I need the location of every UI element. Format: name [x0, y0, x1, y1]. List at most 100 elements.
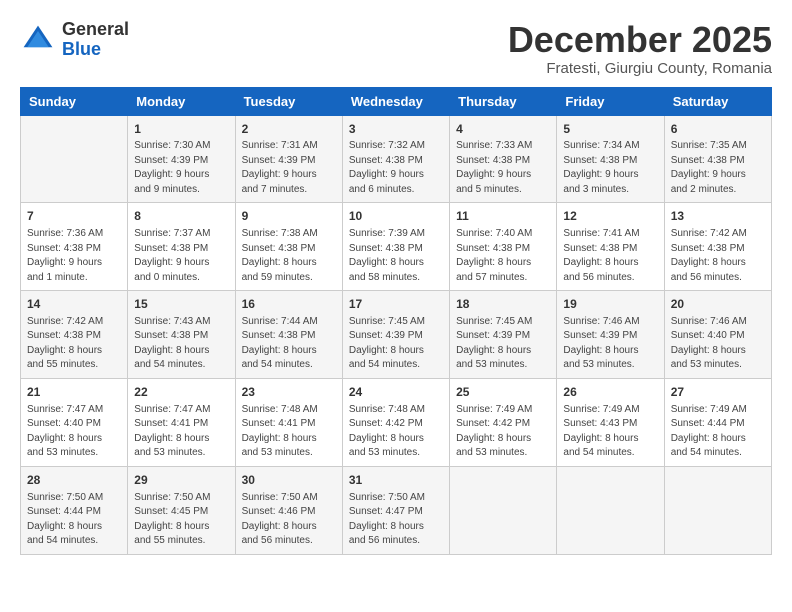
daylight-text: Daylight: 8 hours and 54 minutes. — [134, 345, 209, 371]
sunset-text: Sunset: 4:44 PM — [671, 418, 745, 429]
sunrise-text: Sunrise: 7:47 AM — [27, 404, 103, 415]
day-number: 20 — [671, 296, 765, 313]
day-number: 3 — [349, 121, 443, 138]
daylight-text: Daylight: 8 hours and 58 minutes. — [349, 257, 424, 283]
calendar-cell: 9 Sunrise: 7:38 AM Sunset: 4:38 PM Dayli… — [235, 203, 342, 291]
cell-content: Sunrise: 7:49 AM Sunset: 4:42 PM Dayligh… — [456, 403, 550, 461]
day-number: 4 — [456, 121, 550, 138]
month-title: December 2025 — [508, 20, 772, 60]
sunset-text: Sunset: 4:41 PM — [242, 418, 316, 429]
logo-icon — [20, 22, 56, 58]
sunrise-text: Sunrise: 7:46 AM — [563, 316, 639, 327]
cell-content: Sunrise: 7:50 AM Sunset: 4:45 PM Dayligh… — [134, 491, 228, 549]
week-row-2: 7 Sunrise: 7:36 AM Sunset: 4:38 PM Dayli… — [21, 203, 772, 291]
cell-content: Sunrise: 7:47 AM Sunset: 4:41 PM Dayligh… — [134, 403, 228, 461]
day-number: 11 — [456, 208, 550, 225]
sunrise-text: Sunrise: 7:47 AM — [134, 404, 210, 415]
calendar-cell: 28 Sunrise: 7:50 AM Sunset: 4:44 PM Dayl… — [21, 466, 128, 554]
logo-text: General Blue — [62, 20, 129, 60]
sunrise-text: Sunrise: 7:45 AM — [349, 316, 425, 327]
day-number: 28 — [27, 472, 121, 489]
cell-content: Sunrise: 7:35 AM Sunset: 4:38 PM Dayligh… — [671, 139, 765, 197]
daylight-text: Daylight: 9 hours and 2 minutes. — [671, 169, 746, 195]
sunset-text: Sunset: 4:46 PM — [242, 506, 316, 517]
sunrise-text: Sunrise: 7:39 AM — [349, 228, 425, 239]
daylight-text: Daylight: 9 hours and 0 minutes. — [134, 257, 209, 283]
sunrise-text: Sunrise: 7:31 AM — [242, 140, 318, 151]
calendar-cell: 14 Sunrise: 7:42 AM Sunset: 4:38 PM Dayl… — [21, 291, 128, 379]
week-row-3: 14 Sunrise: 7:42 AM Sunset: 4:38 PM Dayl… — [21, 291, 772, 379]
sunrise-text: Sunrise: 7:43 AM — [134, 316, 210, 327]
sunrise-text: Sunrise: 7:49 AM — [671, 404, 747, 415]
calendar-cell: 10 Sunrise: 7:39 AM Sunset: 4:38 PM Dayl… — [342, 203, 449, 291]
calendar-cell — [450, 466, 557, 554]
daylight-text: Daylight: 8 hours and 57 minutes. — [456, 257, 531, 283]
cell-content: Sunrise: 7:45 AM Sunset: 4:39 PM Dayligh… — [349, 315, 443, 373]
calendar-cell: 11 Sunrise: 7:40 AM Sunset: 4:38 PM Dayl… — [450, 203, 557, 291]
sunset-text: Sunset: 4:38 PM — [27, 330, 101, 341]
daylight-text: Daylight: 8 hours and 53 minutes. — [563, 345, 638, 371]
weekday-header-tuesday: Tuesday — [235, 87, 342, 115]
calendar-cell: 20 Sunrise: 7:46 AM Sunset: 4:40 PM Dayl… — [664, 291, 771, 379]
calendar-cell: 13 Sunrise: 7:42 AM Sunset: 4:38 PM Dayl… — [664, 203, 771, 291]
sunrise-text: Sunrise: 7:40 AM — [456, 228, 532, 239]
sunrise-text: Sunrise: 7:36 AM — [27, 228, 103, 239]
day-number: 5 — [563, 121, 657, 138]
sunrise-text: Sunrise: 7:50 AM — [134, 492, 210, 503]
calendar-cell — [557, 466, 664, 554]
daylight-text: Daylight: 9 hours and 6 minutes. — [349, 169, 424, 195]
sunset-text: Sunset: 4:39 PM — [349, 330, 423, 341]
cell-content: Sunrise: 7:33 AM Sunset: 4:38 PM Dayligh… — [456, 139, 550, 197]
cell-content: Sunrise: 7:41 AM Sunset: 4:38 PM Dayligh… — [563, 227, 657, 285]
daylight-text: Daylight: 8 hours and 55 minutes. — [27, 345, 102, 371]
sunset-text: Sunset: 4:39 PM — [242, 155, 316, 166]
daylight-text: Daylight: 8 hours and 54 minutes. — [563, 433, 638, 459]
calendar-cell: 5 Sunrise: 7:34 AM Sunset: 4:38 PM Dayli… — [557, 115, 664, 203]
cell-content: Sunrise: 7:43 AM Sunset: 4:38 PM Dayligh… — [134, 315, 228, 373]
calendar-cell: 31 Sunrise: 7:50 AM Sunset: 4:47 PM Dayl… — [342, 466, 449, 554]
page-header: General Blue December 2025 Fratesti, Giu… — [20, 20, 772, 77]
weekday-header-sunday: Sunday — [21, 87, 128, 115]
calendar-cell: 17 Sunrise: 7:45 AM Sunset: 4:39 PM Dayl… — [342, 291, 449, 379]
sunset-text: Sunset: 4:42 PM — [456, 418, 530, 429]
calendar-cell: 6 Sunrise: 7:35 AM Sunset: 4:38 PM Dayli… — [664, 115, 771, 203]
cell-content: Sunrise: 7:37 AM Sunset: 4:38 PM Dayligh… — [134, 227, 228, 285]
daylight-text: Daylight: 8 hours and 53 minutes. — [456, 433, 531, 459]
daylight-text: Daylight: 8 hours and 56 minutes. — [671, 257, 746, 283]
day-number: 30 — [242, 472, 336, 489]
sunset-text: Sunset: 4:38 PM — [349, 243, 423, 254]
weekday-header-row: SundayMondayTuesdayWednesdayThursdayFrid… — [21, 87, 772, 115]
calendar-cell: 22 Sunrise: 7:47 AM Sunset: 4:41 PM Dayl… — [128, 378, 235, 466]
cell-content: Sunrise: 7:46 AM Sunset: 4:40 PM Dayligh… — [671, 315, 765, 373]
day-number: 10 — [349, 208, 443, 225]
week-row-1: 1 Sunrise: 7:30 AM Sunset: 4:39 PM Dayli… — [21, 115, 772, 203]
daylight-text: Daylight: 8 hours and 54 minutes. — [349, 345, 424, 371]
weekday-header-wednesday: Wednesday — [342, 87, 449, 115]
week-row-5: 28 Sunrise: 7:50 AM Sunset: 4:44 PM Dayl… — [21, 466, 772, 554]
calendar-cell: 21 Sunrise: 7:47 AM Sunset: 4:40 PM Dayl… — [21, 378, 128, 466]
cell-content: Sunrise: 7:46 AM Sunset: 4:39 PM Dayligh… — [563, 315, 657, 373]
sunrise-text: Sunrise: 7:49 AM — [563, 404, 639, 415]
calendar-cell: 19 Sunrise: 7:46 AM Sunset: 4:39 PM Dayl… — [557, 291, 664, 379]
daylight-text: Daylight: 8 hours and 54 minutes. — [242, 345, 317, 371]
cell-content: Sunrise: 7:49 AM Sunset: 4:43 PM Dayligh… — [563, 403, 657, 461]
calendar-cell: 12 Sunrise: 7:41 AM Sunset: 4:38 PM Dayl… — [557, 203, 664, 291]
sunrise-text: Sunrise: 7:45 AM — [456, 316, 532, 327]
calendar-cell: 2 Sunrise: 7:31 AM Sunset: 4:39 PM Dayli… — [235, 115, 342, 203]
weekday-header-saturday: Saturday — [664, 87, 771, 115]
day-number: 7 — [27, 208, 121, 225]
day-number: 8 — [134, 208, 228, 225]
day-number: 12 — [563, 208, 657, 225]
week-row-4: 21 Sunrise: 7:47 AM Sunset: 4:40 PM Dayl… — [21, 378, 772, 466]
calendar-cell: 4 Sunrise: 7:33 AM Sunset: 4:38 PM Dayli… — [450, 115, 557, 203]
daylight-text: Daylight: 8 hours and 53 minutes. — [349, 433, 424, 459]
day-number: 17 — [349, 296, 443, 313]
sunset-text: Sunset: 4:45 PM — [134, 506, 208, 517]
sunrise-text: Sunrise: 7:50 AM — [349, 492, 425, 503]
day-number: 25 — [456, 384, 550, 401]
cell-content: Sunrise: 7:50 AM Sunset: 4:44 PM Dayligh… — [27, 491, 121, 549]
sunset-text: Sunset: 4:44 PM — [27, 506, 101, 517]
sunrise-text: Sunrise: 7:48 AM — [242, 404, 318, 415]
sunset-text: Sunset: 4:38 PM — [27, 243, 101, 254]
sunrise-text: Sunrise: 7:42 AM — [671, 228, 747, 239]
